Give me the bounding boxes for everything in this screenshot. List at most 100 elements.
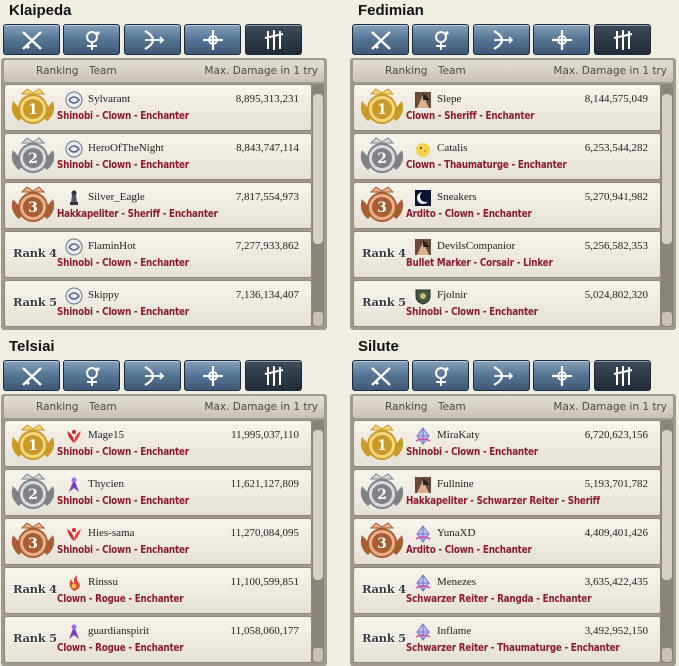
scroll-down-button[interactable] [313,648,323,662]
max-damage-value: 7,817,554,973 [235,191,299,203]
ranking-row[interactable]: 11 Sylvarant 8,895,313,231 Shinobi - Clown … [4,84,312,131]
class-tab-1[interactable] [3,360,60,391]
ranking-row[interactable]: Rank 5 Skippy 7,136,134,407 Shinobi - Clown… [4,280,312,327]
scroll-thumb[interactable] [662,94,672,244]
archer-class-icon [144,30,165,50]
class-tab-3[interactable] [473,360,530,391]
scroll-down-button[interactable] [662,312,672,326]
scroll-down-button[interactable] [313,312,323,326]
class-tab-4[interactable] [533,360,590,391]
class-tab-4[interactable] [184,24,241,55]
class-tab-2[interactable] [63,24,120,55]
team-name: Mage15 [88,429,125,441]
damage-column-header: Max. Damage in 1 try [204,65,318,77]
class-tab-4[interactable] [184,360,241,391]
ranking-row[interactable]: 33 YunaXD 4,409,401,426 Ardito - Clown - En… [353,518,661,565]
max-damage-value: 11,621,127,809 [230,478,299,490]
svg-text:2: 2 [377,151,387,167]
max-damage-value: 3,635,422,435 [584,576,648,588]
max-damage-value: 11,995,037,110 [231,429,299,441]
class-tab-3[interactable] [473,24,530,55]
ranking-row[interactable]: Rank 4 DevilsCompanior 5,256,582,353 Bullet… [353,231,661,278]
ranking-row[interactable]: 33 Hies-sama 11,270,084,095 Shinobi - Clown… [4,518,312,565]
max-damage-value: 5,256,582,353 [584,240,648,252]
cleric-class-icon [203,366,223,386]
ranking-rows: 11 Slepe 8,144,575,049 Clown - Sheriff - En… [353,84,661,328]
class-composition: Clown - Rogue - Enchanter [57,593,184,605]
class-tab-5[interactable] [594,360,651,391]
ranking-row[interactable]: Rank 4 FlaminHot 7,277,933,862 Shinobi - Cl… [4,231,312,278]
class-tab-2[interactable] [412,360,469,391]
column-header: Ranking Team Max. Damage in 1 try [4,396,324,418]
ranking-row[interactable]: 11 Mage15 11,995,037,110 Shinobi - Clown - … [4,420,312,467]
emblem-moon-icon [415,190,431,206]
ranking-column-header: Ranking [385,65,428,77]
class-tab-3[interactable] [124,360,181,391]
ranking-row[interactable]: 11 MiraKaty 6,720,623,156 Shinobi - Clown -… [353,420,661,467]
scrollbar[interactable] [661,420,673,663]
ranking-row[interactable]: Rank 4 Menezes 3,635,422,435 Schwarzer Reit… [353,567,661,614]
emblem-portrait-icon [415,239,431,255]
rank-label: Rank 5 [13,295,57,309]
class-tab-5[interactable] [245,360,302,391]
ranking-row[interactable]: 11 Slepe 8,144,575,049 Clown - Sheriff - En… [353,84,661,131]
rank-1-medal-icon: 11 [7,87,59,127]
class-tab-5[interactable] [594,24,651,55]
rank-3-medal-icon: 33 [7,185,59,225]
scrollbar[interactable] [661,84,673,327]
emblem-swirl-icon [65,238,83,256]
rank-label: Rank 4 [13,582,57,596]
class-tab-1[interactable] [352,360,409,391]
ranking-list: Ranking Team Max. Damage in 1 try 11 Mage… [1,394,327,666]
class-tab-1[interactable] [3,24,60,55]
svg-text:1: 1 [28,102,38,118]
max-damage-value: 11,270,084,095 [230,527,299,539]
team-name: Catalis [437,142,468,154]
swordsman-class-icon [371,367,391,386]
class-composition: Shinobi - Clown - Enchanter [57,257,189,269]
scrollbar[interactable] [312,84,324,327]
max-damage-value: 5,193,701,782 [584,478,648,490]
class-tab-1[interactable] [352,24,409,55]
rank-2-medal-icon: 22 [356,136,408,176]
ranking-row[interactable]: 22 Fullnine 5,193,701,782 Hakkapeliter - Sc… [353,469,661,516]
ranking-row[interactable]: Rank 5 Inflame 3,492,952,150 Schwarzer Reit… [353,616,661,663]
ranking-row[interactable]: Rank 4 Rinssu 11,100,599,851 Clown - Rogue … [4,567,312,614]
max-damage-value: 3,492,952,150 [584,625,648,637]
class-tab-5[interactable] [245,24,302,55]
ranking-row[interactable]: 22 Catalis 6,253,544,282 Clown - Thaumaturg… [353,133,661,180]
class-tab-2[interactable] [63,360,120,391]
max-damage-value: 7,277,933,862 [235,240,299,252]
scroll-thumb[interactable] [662,430,672,580]
team-name: HeroOfTheNight [88,142,164,154]
ranking-row[interactable]: 22 HeroOfTheNight 8,843,747,114 Shinobi - C… [4,133,312,180]
max-damage-value: 8,895,313,231 [235,93,299,105]
column-header: Ranking Team Max. Damage in 1 try [353,396,673,418]
swordsman-class-icon [22,31,42,50]
ranking-row[interactable]: Rank 5 Fjolnir 5,024,802,320 Shinobi - Clow… [353,280,661,327]
scroll-thumb[interactable] [313,430,323,580]
ranking-row[interactable]: 22 Thycien 11,621,127,809 Shinobi - Clown -… [4,469,312,516]
ranking-column-header: Ranking [36,65,79,77]
team-name: Sneakers [437,191,477,203]
ranking-row[interactable]: Rank 5 guardianspirit 11,058,060,177 Clown … [4,616,312,663]
emblem-portrait-icon [415,92,431,108]
emblem-chess-icon [70,190,78,205]
class-composition: Shinobi - Clown - Enchanter [406,446,538,458]
ranking-row[interactable]: 33 Silver_Eagle 7,817,554,973 Hakkapeliter … [4,182,312,229]
class-tab-4[interactable] [533,24,590,55]
archer-class-icon [493,30,514,50]
ranking-rows: 11 MiraKaty 6,720,623,156 Shinobi - Clown -… [353,420,661,664]
class-tab-2[interactable] [412,24,469,55]
max-damage-value: 6,253,544,282 [584,142,648,154]
scroll-thumb[interactable] [313,94,323,244]
class-tab-3[interactable] [124,24,181,55]
scroll-down-button[interactable] [662,648,672,662]
ranking-row[interactable]: 33 Sneakers 5,270,941,982 Ardito - Clown - … [353,182,661,229]
scrollbar[interactable] [312,420,324,663]
max-damage-value: 8,144,575,049 [584,93,648,105]
wizard-class-icon [86,31,100,50]
class-composition: Shinobi - Clown - Enchanter [57,495,189,507]
scout-class-icon [264,366,284,386]
emblem-portrait-icon [415,477,431,493]
